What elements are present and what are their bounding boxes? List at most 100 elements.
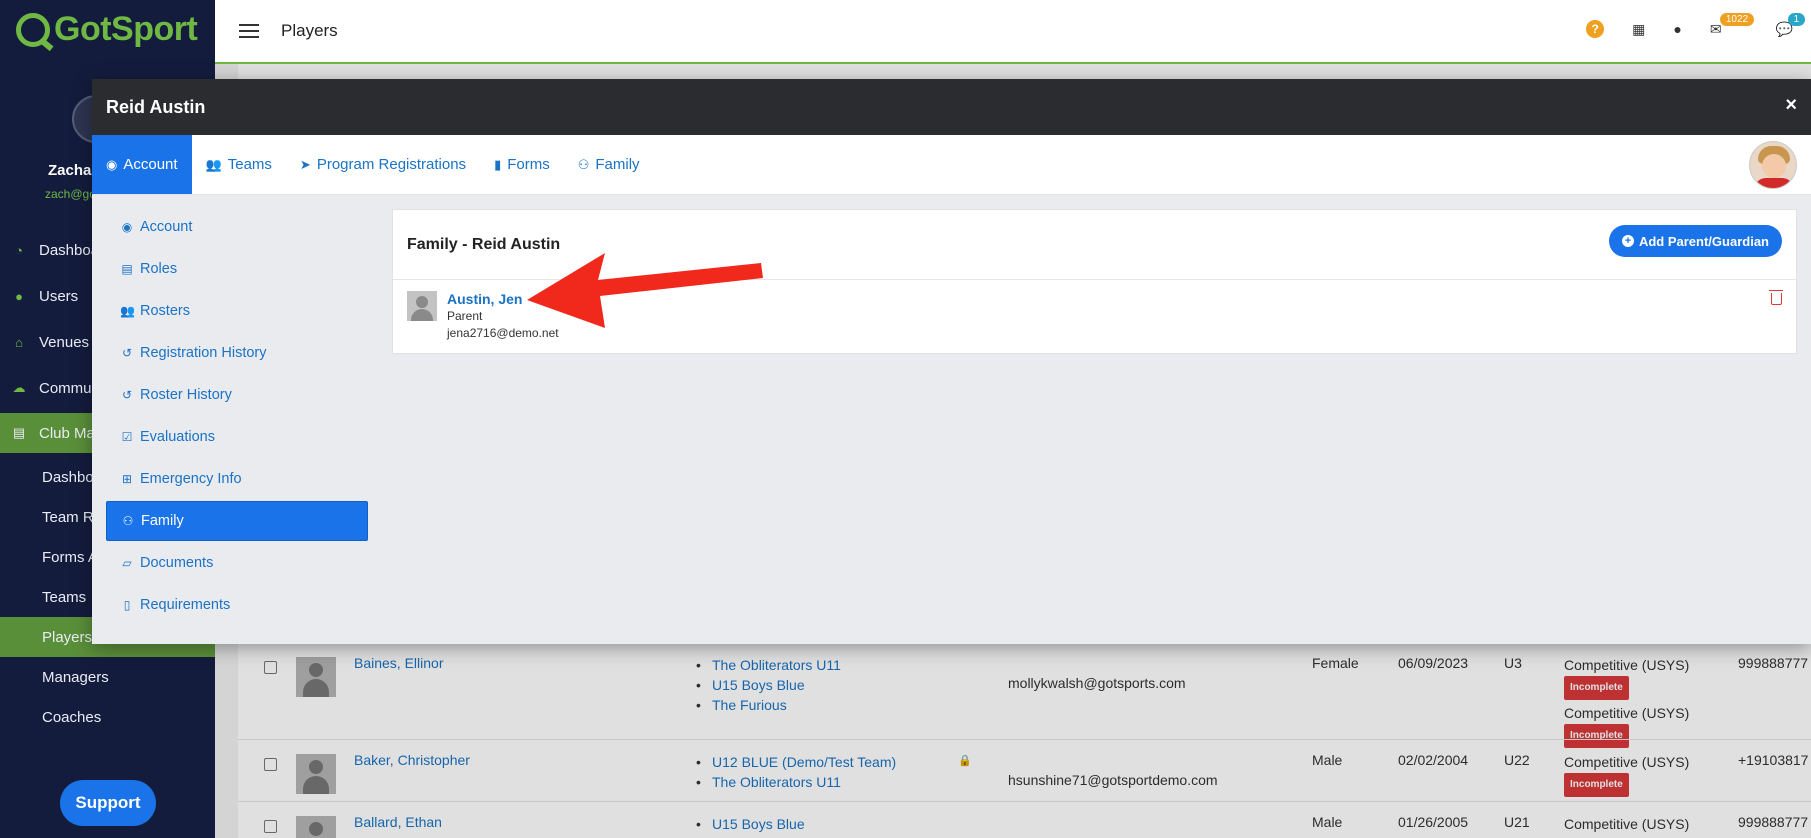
tab-program-registrations[interactable]: ➤ Program Registrations bbox=[286, 135, 480, 194]
side-menu-account[interactable]: ◉ Account bbox=[106, 207, 368, 247]
add-parent-guardian-label: Add Parent/Guardian bbox=[1638, 233, 1769, 249]
help-icon[interactable]: ? bbox=[1586, 20, 1605, 38]
plus-circle-icon: + bbox=[1621, 235, 1634, 247]
member-avatar-placeholder bbox=[407, 291, 437, 321]
side-menu-label: Requirements bbox=[140, 597, 231, 613]
player-modal: Reid Austin × ◉ Account 👥 Teams ➤ Progra… bbox=[92, 79, 1811, 644]
side-menu-label: Documents bbox=[140, 555, 214, 571]
avatar-shirt bbox=[1754, 178, 1794, 188]
player-avatar[interactable] bbox=[1749, 141, 1797, 189]
nav-sub-managers[interactable]: Managers bbox=[0, 657, 215, 697]
nav-sub-label: Forms A bbox=[42, 548, 98, 566]
paper-plane-icon: ➤ bbox=[299, 156, 311, 172]
side-menu-roster-history[interactable]: ↺ Roster History bbox=[106, 375, 368, 415]
history-icon: ↺ bbox=[121, 388, 133, 402]
add-parent-guardian-button[interactable]: + Add Parent/Guardian bbox=[1608, 225, 1782, 257]
users-icon: ● bbox=[15, 288, 23, 304]
side-menu-label: Registration History bbox=[140, 345, 267, 361]
nav-sub-label: Coaches bbox=[42, 708, 102, 726]
side-menu-label: Rosters bbox=[140, 303, 190, 319]
venues-icon: ⌂ bbox=[15, 334, 23, 350]
close-icon[interactable]: × bbox=[1785, 95, 1797, 115]
dashboard-icon: ◔ bbox=[15, 242, 23, 258]
side-menu-label: Family bbox=[141, 513, 184, 529]
tab-family[interactable]: ⚇ Family bbox=[564, 135, 654, 194]
trash-icon[interactable] bbox=[1769, 290, 1783, 305]
user-circle-icon: ◉ bbox=[121, 220, 133, 234]
family-card-header: Family - Reid Austin + Add Parent/Guardi… bbox=[393, 210, 1796, 280]
nav-item-label: Club Ma bbox=[39, 424, 95, 442]
folder-open-icon: ▱ bbox=[122, 556, 132, 570]
side-menu-registration-history[interactable]: ↺ Registration History bbox=[106, 333, 368, 373]
nav-sub-label: Players bbox=[42, 628, 93, 646]
qr-code-icon[interactable]: ▦ bbox=[1632, 21, 1645, 38]
avatar-face bbox=[1762, 154, 1786, 178]
side-menu-label: Emergency Info bbox=[140, 471, 242, 487]
nav-sub-label: Teams bbox=[42, 588, 87, 606]
modal-body: ◉ Account ▤ Roles 👥 Rosters ↺ Registrati… bbox=[92, 195, 1811, 644]
user-name: Zachar bbox=[48, 162, 98, 179]
family-title: Family - Reid Austin bbox=[407, 236, 561, 253]
nav-sub-label: Managers bbox=[42, 668, 109, 686]
hamburger-menu-icon[interactable] bbox=[239, 24, 259, 38]
tab-forms[interactable]: ▮ Forms bbox=[480, 135, 564, 194]
messages-icon[interactable]: ✉ 1022 bbox=[1710, 12, 1755, 38]
gotsport-logo[interactable]: GotSport bbox=[16, 10, 198, 49]
tab-account[interactable]: ◉ Account bbox=[92, 135, 192, 194]
id-card-icon: ▤ bbox=[121, 262, 133, 276]
side-menu-label: Roles bbox=[140, 261, 178, 277]
user-circle-icon: ◉ bbox=[106, 156, 118, 172]
side-menu-evaluations[interactable]: ☑ Evaluations bbox=[106, 417, 368, 457]
users-icon: 👥 bbox=[120, 304, 135, 318]
page-title: Players bbox=[281, 21, 338, 40]
history-icon: ↺ bbox=[121, 346, 133, 360]
nav-sub-coaches[interactable]: Coaches bbox=[0, 697, 215, 737]
nav-sub-label: Dashbo bbox=[42, 468, 94, 486]
side-menu-label: Roster History bbox=[140, 387, 232, 403]
family-card: Family - Reid Austin + Add Parent/Guardi… bbox=[392, 209, 1797, 354]
tab-teams[interactable]: 👥 Teams bbox=[192, 135, 286, 194]
nav-item-label: Users bbox=[39, 287, 79, 305]
communication-icon: ☁ bbox=[12, 380, 26, 395]
user-icon[interactable]: ● bbox=[1673, 21, 1681, 37]
nav-item-label: Venues bbox=[39, 333, 90, 351]
tab-label: Family bbox=[595, 156, 640, 173]
modal-header: Reid Austin × bbox=[92, 79, 1811, 135]
side-menu-label: Evaluations bbox=[140, 429, 215, 445]
tab-label: Account bbox=[123, 156, 178, 173]
topbar-actions: ? ▦ ● ✉ 1022 💬 1 bbox=[1586, 12, 1806, 38]
side-menu-requirements[interactable]: ▯ Requirements bbox=[106, 585, 368, 625]
member-name-link[interactable]: Austin, Jen bbox=[447, 291, 522, 307]
tab-label: Program Registrations bbox=[316, 156, 467, 173]
support-button[interactable]: Support bbox=[60, 780, 156, 826]
logo-mark-icon bbox=[16, 12, 50, 47]
nav-item-label: Dashboa bbox=[39, 241, 100, 259]
family-member-row: Austin, Jen Parent jena2716@demo.net bbox=[407, 290, 1783, 345]
file-icon: ▮ bbox=[494, 156, 502, 172]
side-menu-rosters[interactable]: 👥 Rosters bbox=[106, 291, 368, 331]
user-email: zach@go bbox=[45, 187, 96, 201]
modal-tabs: ◉ Account 👥 Teams ➤ Program Registration… bbox=[92, 135, 1811, 195]
file-text-icon: ▯ bbox=[123, 598, 131, 612]
calendar-check-icon: ☑ bbox=[121, 430, 133, 444]
nav-item-label: Commun bbox=[39, 379, 100, 397]
side-menu-family[interactable]: ⚇ Family bbox=[106, 501, 368, 541]
side-menu: ◉ Account ▤ Roles 👥 Rosters ↺ Registrati… bbox=[106, 207, 368, 627]
chat-icon[interactable]: 💬 1 bbox=[1776, 12, 1806, 38]
top-bar: Players ? ▦ ● ✉ 1022 💬 1 bbox=[215, 0, 1811, 64]
sitemap-icon: ⚇ bbox=[577, 156, 590, 172]
side-menu-roles[interactable]: ▤ Roles bbox=[106, 249, 368, 289]
tab-label: Forms bbox=[507, 156, 550, 173]
modal-title: Reid Austin bbox=[106, 96, 206, 117]
chat-badge: 1 bbox=[1787, 12, 1806, 26]
side-menu-documents[interactable]: ▱ Documents bbox=[106, 543, 368, 583]
messages-badge: 1022 bbox=[1719, 12, 1755, 26]
tab-label: Teams bbox=[227, 156, 272, 173]
nav-sub-label: Team R bbox=[42, 508, 94, 526]
member-email: jena2716@demo.net bbox=[447, 326, 559, 340]
side-menu-emergency-info[interactable]: ⊞ Emergency Info bbox=[106, 459, 368, 499]
plus-square-icon: ⊞ bbox=[121, 472, 133, 486]
sitemap-icon: ⚇ bbox=[122, 514, 134, 528]
club-management-icon: ▤ bbox=[12, 425, 26, 440]
logo-text: GotSport bbox=[54, 10, 198, 48]
